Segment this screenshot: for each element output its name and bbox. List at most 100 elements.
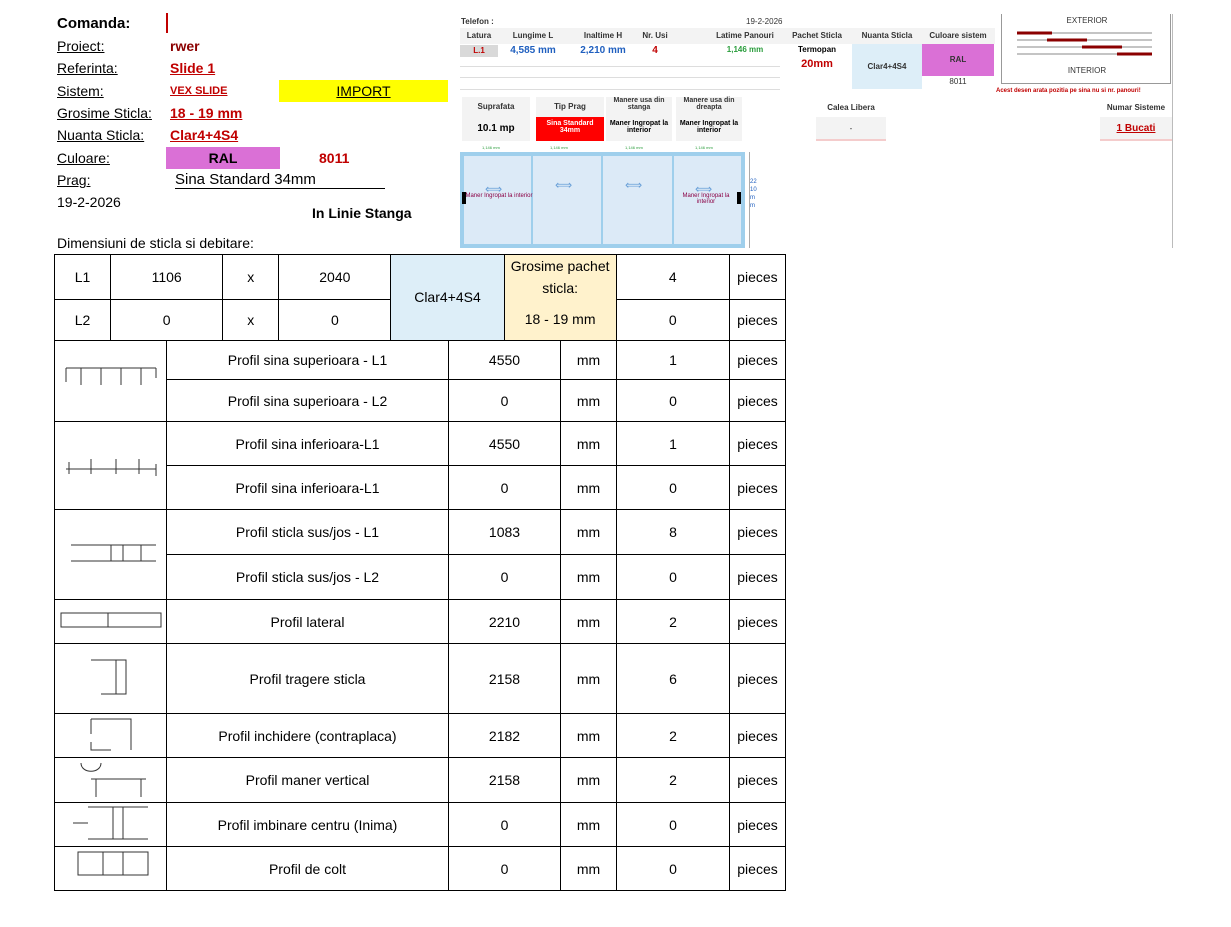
row-manere-stanga: Maner Ingropat la interior [606, 117, 672, 141]
culoare-label: Culoare: [57, 150, 110, 166]
profile-unit: mm [560, 421, 617, 466]
col-suprafata: Suprafata [462, 97, 530, 117]
profile-length: 0 [448, 554, 561, 600]
profile-qty: 2 [616, 599, 730, 644]
profile-name: Profil sina inferioara-L1 [166, 465, 449, 510]
profile-length: 2158 [448, 757, 561, 803]
glass-table: L1 1106 x 2040 Clar4+4S4 Grosime pachet … [53, 254, 787, 341]
profile-unit: mm [560, 846, 617, 891]
profile-name: Profil imbinare centru (Inima) [166, 802, 449, 847]
profile-image-corner [54, 846, 167, 891]
profile-qty: 6 [616, 643, 730, 714]
profile-name: Profil de colt [166, 846, 449, 891]
proiect-label: Proiect: [57, 38, 105, 54]
profile-qty: 0 [616, 846, 730, 891]
row-nrusi[interactable]: 4 [636, 45, 674, 56]
row-lungime[interactable]: 4,585 mm [500, 45, 566, 56]
date: 19-2-2026 [57, 194, 121, 210]
profile-image-closing [54, 713, 167, 758]
glass-unit: pieces [728, 298, 787, 341]
profile-image-glass-frame [54, 509, 167, 600]
height-label: 2210 mm [750, 179, 757, 209]
table-row: Profil sticla sus/jos - L1 1083 mm 8 pie… [54, 509, 786, 600]
profile-pcs: pieces [729, 802, 786, 847]
culoare-code: 8011 [319, 150, 350, 166]
profile-unit: mm [560, 554, 617, 600]
culoare-value[interactable]: RAL [166, 147, 280, 169]
numar-value[interactable]: 1 Bucati [1100, 117, 1172, 141]
row-latime: 1,146 mm [726, 45, 764, 54]
prag-value[interactable]: Sina Standard 34mm [175, 171, 385, 189]
exterior-label: EXTERIOR [1066, 16, 1108, 25]
row-manere-dreapta: Maner Ingropat la interior [676, 117, 742, 141]
summary-sheet: Telefon : 19-2-2026 Latura Lungime L Ina… [460, 14, 995, 90]
profile-name: Profil inchidere (contraplaca) [166, 713, 449, 758]
profile-pcs: pieces [729, 846, 786, 891]
comanda-cursor[interactable] [166, 13, 168, 33]
profile-pcs: pieces [729, 421, 786, 466]
profile-qty: 0 [616, 554, 730, 600]
profile-name: Profil maner vertical [166, 757, 449, 803]
profile-pcs: pieces [729, 509, 786, 555]
profile-qty: 2 [616, 713, 730, 758]
col-nuanta: Nuanta Sticla [861, 31, 913, 40]
panel-width-4: 1,146 mm [695, 145, 713, 150]
sistem-value[interactable]: VEX SLIDE [170, 85, 227, 97]
comanda-label: Comanda: [57, 15, 131, 32]
table-row: Profil tragere sticla 2158 mm 6 pieces [54, 643, 786, 714]
col-culoare: Culoare sistem [929, 31, 987, 40]
numar-label: Numar Sisteme [1106, 103, 1166, 112]
profile-unit: mm [560, 379, 617, 422]
table-row: Profil sina superioara - L1 4550 mm 1 pi… [54, 340, 786, 422]
row-inaltime[interactable]: 2,210 mm [570, 45, 636, 56]
table-row: Profil inchidere (contraplaca) 2182 mm 2… [54, 713, 786, 758]
table-row: Profil imbinare centru (Inima) 0 mm 0 pi… [54, 802, 786, 847]
handle-right-label: Maner Ingropat la interior [682, 193, 730, 205]
profile-image-pull [54, 643, 167, 714]
row-suprafata: 10.1 mp [462, 117, 530, 141]
profile-length: 0 [448, 846, 561, 891]
profile-pcs: pieces [729, 465, 786, 510]
profile-image-bottom-rail [54, 421, 167, 510]
profile-name: Profil sina inferioara-L1 [166, 421, 449, 466]
profile-name: Profil sticla sus/jos - L2 [166, 554, 449, 600]
arrow-icon: ⟺ [555, 178, 573, 192]
interior-label: INTERIOR [1067, 66, 1107, 75]
glass-pack-label: Grosime pachet sticla: [503, 254, 617, 299]
glass-x: x [222, 254, 280, 300]
col-latura: Latura [466, 31, 492, 40]
profile-image-top-rail [54, 340, 167, 422]
nuanta-value[interactable]: Clar4+4S4 [170, 127, 238, 143]
panel-diagram: 1,146 mm 1,146 mm 1,146 mm 1,146 mm ⟺ ⟺ … [460, 145, 757, 250]
profile-length: 2158 [448, 643, 561, 714]
handle-left-label: Maner Ingropat la interior [465, 193, 533, 199]
profile-unit: mm [560, 465, 617, 510]
profile-name: Profil sina superioara - L2 [166, 379, 449, 422]
calea-value: - [816, 117, 886, 141]
profile-length: 0 [448, 379, 561, 422]
profile-qty: 1 [616, 340, 730, 380]
import-button[interactable]: IMPORT [279, 80, 448, 102]
col-pachet: Pachet Sticla [792, 31, 842, 40]
glass-label: L1 [53, 254, 112, 300]
row-culoare: RAL [922, 44, 994, 76]
profile-length: 4550 [448, 421, 561, 466]
grosime-value[interactable]: 18 - 19 mm [170, 105, 242, 121]
panel-width-2: 1,146 mm [550, 145, 568, 150]
calea-label: Calea Libera [827, 103, 875, 112]
glass-shade: Clar4+4S4 [390, 254, 505, 341]
row-culoare-code: 8011 [949, 77, 967, 86]
profile-unit: mm [560, 340, 617, 380]
col-latime: Latime Panouri [716, 31, 774, 40]
arrow-icon: ⟺ [625, 178, 643, 192]
profile-unit: mm [560, 643, 617, 714]
profile-length: 0 [448, 802, 561, 847]
col-manere-dreapta: Manere usa din dreapta [676, 97, 742, 117]
profiles-table: Profil sina superioara - L1 4550 mm 1 pi… [54, 340, 786, 891]
profile-unit: mm [560, 713, 617, 758]
prag-label: Prag: [57, 172, 91, 188]
referinta-value[interactable]: Slide 1 [170, 60, 215, 76]
proiect-value[interactable]: rwer [170, 38, 200, 54]
profile-name: Profil tragere sticla [166, 643, 449, 714]
panel-width-1: 1,146 mm [482, 145, 500, 150]
